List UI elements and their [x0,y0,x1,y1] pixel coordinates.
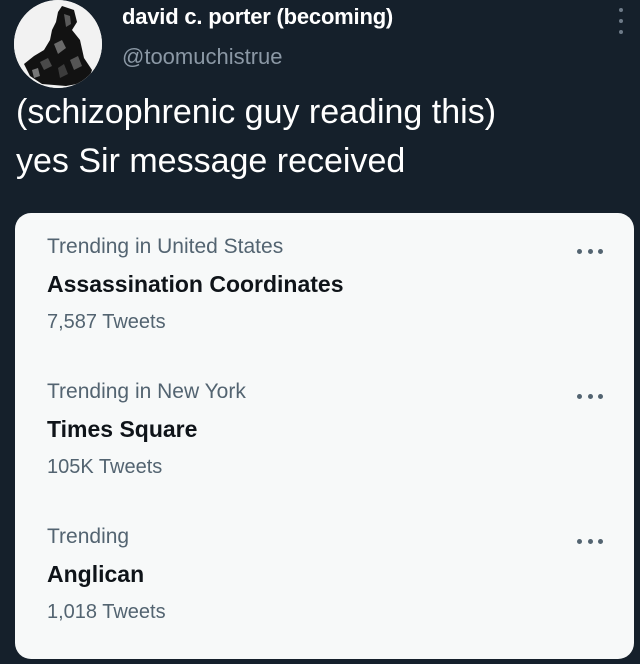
horizontal-dots-icon[interactable] [577,392,603,400]
horizontal-dots-icon[interactable] [577,247,603,255]
trend-count: 105K Tweets [47,456,163,478]
tweet: david c. porter (becoming) @toomuchistru… [0,0,640,664]
vertical-dots-icon[interactable] [614,6,628,36]
trend-count: 1,018 Tweets [47,601,166,623]
trend-context: Trending [47,525,130,548]
tweet-text: (schizophrenic guy reading this) yes Sir… [16,88,628,186]
author-name[interactable]: david c. porter (becoming) [122,4,393,30]
trends-card: Trending in United States Assassination … [15,213,634,659]
trend-count: 7,587 Tweets [47,311,166,333]
trend-context: Trending in United States [47,235,284,258]
trend-name[interactable]: Times Square [47,416,197,443]
trend-item[interactable]: Trending in New York Times Square 105K T… [15,358,634,488]
trend-context: Trending in New York [47,380,246,403]
trend-name[interactable]: Assassination Coordinates [47,271,344,298]
trend-name[interactable]: Anglican [47,561,144,588]
avatar-image [14,0,102,88]
trend-item[interactable]: Trending in United States Assassination … [15,213,634,343]
author-handle[interactable]: @toomuchistrue [122,44,283,70]
avatar[interactable] [14,0,102,88]
horizontal-dots-icon[interactable] [577,537,603,545]
tweet-text-line: yes Sir message received [16,142,406,180]
trend-item[interactable]: Trending Anglican 1,018 Tweets [15,503,634,633]
tweet-text-line: (schizophrenic guy reading this) [16,93,497,131]
